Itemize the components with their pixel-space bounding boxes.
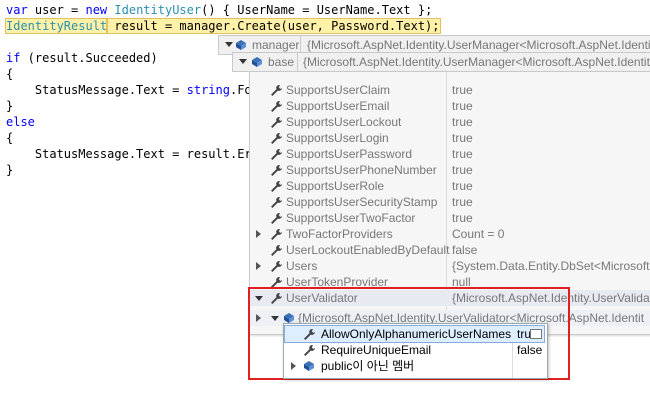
property-row[interactable]: SupportsUserPassword true xyxy=(250,146,650,162)
property-row[interactable]: Users {System.Data.Entity.DbSet<Microsoft… xyxy=(250,258,650,274)
code-line: var user = new IdentityUser() { UserName… xyxy=(6,3,433,17)
submenu-name: public이 아닌 멤버 xyxy=(321,359,415,373)
property-row[interactable]: SupportsUserPhoneNumber true xyxy=(250,162,650,178)
datatip-value: {Microsoft.AspNet.Identity.UserManager<M… xyxy=(303,55,650,69)
property-wrench-icon xyxy=(270,164,282,176)
code-line: StatusMessage.Text = string.For xyxy=(6,83,259,97)
property-row[interactable]: SupportsUserLogin true xyxy=(250,130,650,146)
property-name: TwoFactorProviders xyxy=(286,227,393,241)
property-row[interactable]: TwoFactorProviders Count = 0 xyxy=(250,226,650,242)
submenu-name: RequireUniqueEmail xyxy=(321,343,432,357)
property-wrench-icon xyxy=(270,116,282,128)
submenu-name: AllowOnlyAlphanumericUserNames xyxy=(321,327,512,341)
code-line: } xyxy=(6,163,14,177)
property-value: true xyxy=(452,99,473,113)
property-value: true xyxy=(452,83,473,97)
property-row[interactable]: SupportsUserClaim true xyxy=(250,82,650,98)
property-value: false xyxy=(452,243,478,257)
expand-arrow-icon[interactable] xyxy=(256,230,261,238)
property-value: true xyxy=(452,131,473,145)
property-row[interactable]: SupportsUserTwoFactor true xyxy=(250,210,650,226)
collapse-arrow-icon[interactable] xyxy=(239,59,247,64)
property-wrench-icon xyxy=(270,100,282,112)
expand-arrow-icon[interactable] xyxy=(256,262,261,270)
code-line-current: IdentityResult result = manager.Create(u… xyxy=(4,18,441,34)
property-name: SupportsUserEmail xyxy=(286,99,390,113)
property-name: SupportsUserPhoneNumber xyxy=(286,163,437,177)
property-wrench-icon xyxy=(270,148,282,160)
property-wrench-icon xyxy=(270,212,282,224)
property-row[interactable]: SupportsUserLockout true xyxy=(250,114,650,130)
property-value: true xyxy=(452,115,473,129)
property-wrench-icon xyxy=(270,260,282,272)
pin-icon[interactable] xyxy=(530,329,542,339)
property-wrench-icon xyxy=(303,328,315,340)
code-line: { xyxy=(6,67,14,81)
property-name: Users xyxy=(286,259,318,273)
property-wrench-icon xyxy=(270,84,282,96)
property-row[interactable]: SupportsUserSecurityStamp true xyxy=(250,194,650,210)
submenu-value: false xyxy=(517,343,543,357)
property-value: true xyxy=(452,195,473,209)
code-line: if (result.Succeeded) xyxy=(6,51,158,65)
property-name: SupportsUserSecurityStamp xyxy=(286,195,438,209)
property-row[interactable]: SupportsUserRole true xyxy=(250,178,650,194)
collapse-arrow-icon[interactable] xyxy=(225,42,233,47)
submenu-row[interactable]: AllowOnlyAlphanumericUserNames true xyxy=(284,325,545,343)
property-wrench-icon xyxy=(270,244,282,256)
property-value: {System.Data.Entity.DbSet<Microsoft. xyxy=(452,259,650,273)
property-name: SupportsUserPassword xyxy=(286,147,413,161)
property-wrench-icon xyxy=(270,132,282,144)
code-line: { xyxy=(6,131,14,145)
property-name: SupportsUserClaim xyxy=(286,83,391,97)
expand-arrow-icon[interactable] xyxy=(291,362,296,370)
datatip-base[interactable]: base {Microsoft.AspNet.Identity.UserMana… xyxy=(232,52,650,72)
property-name: SupportsUserRole xyxy=(286,179,385,193)
property-value: true xyxy=(452,179,473,193)
code-line: StatusMessage.Text = result.Err xyxy=(6,147,259,161)
property-value: true xyxy=(452,147,473,161)
field-icon xyxy=(252,57,262,67)
validator-submenu: AllowOnlyAlphanumericUserNames true Requir… xyxy=(283,323,548,379)
property-value: true xyxy=(452,163,473,177)
code-line: else xyxy=(6,115,35,129)
submenu-row[interactable]: public이 아닌 멤버 xyxy=(285,358,544,374)
code-line: } xyxy=(6,99,14,113)
property-wrench-icon xyxy=(270,228,282,240)
property-value: true xyxy=(452,211,473,225)
property-value: Count = 0 xyxy=(452,227,505,241)
property-wrench-icon xyxy=(270,196,282,208)
property-name: SupportsUserTwoFactor xyxy=(286,211,416,225)
field-icon xyxy=(236,40,246,50)
members-icon xyxy=(303,360,315,372)
property-name: UserLockoutEnabledByDefault xyxy=(286,243,450,257)
property-name: SupportsUserLogin xyxy=(286,131,389,145)
property-row[interactable]: UserLockoutEnabledByDefault false xyxy=(250,242,650,258)
datatip-name: base xyxy=(268,55,295,69)
property-wrench-icon xyxy=(270,180,282,192)
submenu-row[interactable]: RequireUniqueEmail false xyxy=(285,342,544,358)
property-name: SupportsUserLockout xyxy=(286,115,402,129)
property-row[interactable]: SupportsUserEmail true xyxy=(250,98,650,114)
divider xyxy=(297,53,298,71)
property-wrench-icon xyxy=(303,344,315,356)
